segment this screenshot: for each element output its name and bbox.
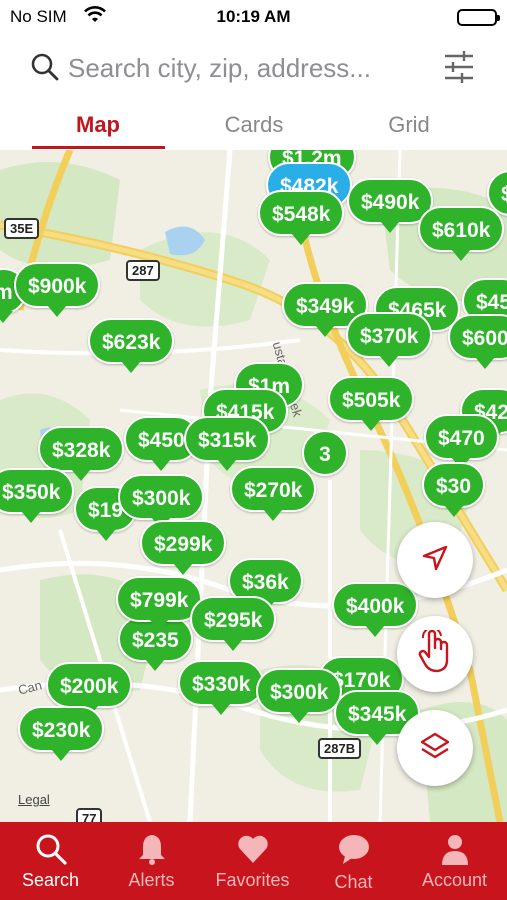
road-shield-35e: 35E (4, 218, 40, 239)
price-pin[interactable]: $548k (258, 190, 345, 245)
bell-icon (138, 835, 165, 865)
map-view[interactable]: 35E 287 287B 77 ustang Creek Can Legal $… (0, 150, 507, 822)
road-shield-77: 77 (76, 808, 103, 822)
cluster-pin[interactable]: 3 (302, 430, 348, 476)
clock: 10:19 AM (216, 7, 291, 26)
nav-alerts[interactable]: Alerts (101, 822, 202, 900)
tab-cards[interactable]: Cards (184, 112, 324, 138)
price-pin[interactable]: $200k (46, 662, 133, 717)
nav-chat[interactable]: Chat (303, 822, 404, 900)
price-pin[interactable]: $30 (422, 462, 486, 517)
locate-me-button[interactable] (397, 522, 473, 598)
person-icon (441, 835, 468, 865)
heart-icon (237, 835, 268, 863)
active-tab-indicator (32, 146, 165, 149)
road-shield-287b: 287B (318, 738, 362, 759)
nav-account[interactable]: Account (404, 822, 505, 900)
price-pin[interactable]: $230k (18, 706, 105, 761)
nav-label: Chat (334, 872, 373, 892)
nav-favorites[interactable]: Favorites (202, 822, 303, 900)
location-arrow-icon (421, 544, 449, 577)
layers-icon (420, 731, 450, 766)
price-pin[interactable]: $315k (184, 416, 271, 471)
price-pin[interactable]: $610k (418, 206, 505, 261)
status-bar: No SIM 10:19 AM (0, 0, 507, 34)
filter-sliders-icon[interactable] (443, 50, 475, 89)
map-layers-button[interactable] (397, 710, 473, 786)
price-pin[interactable]: $350k (0, 468, 75, 523)
nav-label: Search (21, 870, 80, 890)
tab-grid[interactable]: Grid (339, 112, 479, 138)
search-input[interactable] (68, 48, 428, 88)
price-pin[interactable]: $370k (346, 312, 433, 367)
price-pin[interactable]: $270k (230, 466, 317, 521)
hand-pointer-icon (415, 626, 455, 679)
price-pin[interactable]: $300k (256, 668, 343, 723)
battery-icon (457, 9, 500, 26)
bottom-tab-bar: Search Alerts Favorites Chat Account (0, 822, 507, 900)
nav-label: Favorites (215, 870, 290, 890)
legal-link[interactable]: Legal (18, 792, 50, 807)
price-pin[interactable]: $330k (178, 660, 265, 715)
price-pin[interactable]: $300k (118, 474, 205, 529)
nav-label: Account (421, 870, 488, 890)
price-pin[interactable]: $600 (448, 314, 507, 369)
chat-bubble-icon (338, 835, 369, 864)
price-pin[interactable]: $900k (14, 262, 101, 317)
search-bar (0, 40, 507, 96)
price-pin[interactable]: $400k (332, 582, 419, 637)
price-pin[interactable]: $295k (190, 596, 277, 651)
nav-search[interactable]: Search (0, 822, 101, 900)
road-shield-287: 287 (126, 260, 160, 281)
tab-map[interactable]: Map (28, 112, 168, 138)
draw-search-button[interactable] (397, 616, 473, 692)
price-pin[interactable]: $623k (88, 318, 175, 373)
price-pin[interactable]: $470 (424, 414, 499, 469)
price-pin[interactable]: $328k (38, 426, 125, 481)
nav-label: Alerts (128, 870, 175, 890)
price-pin[interactable]: $505k (328, 376, 415, 431)
view-tabs: Map Cards Grid (0, 100, 507, 150)
search-icon (36, 834, 67, 865)
search-icon (30, 52, 60, 87)
price-pin[interactable]: $299k (140, 520, 227, 575)
